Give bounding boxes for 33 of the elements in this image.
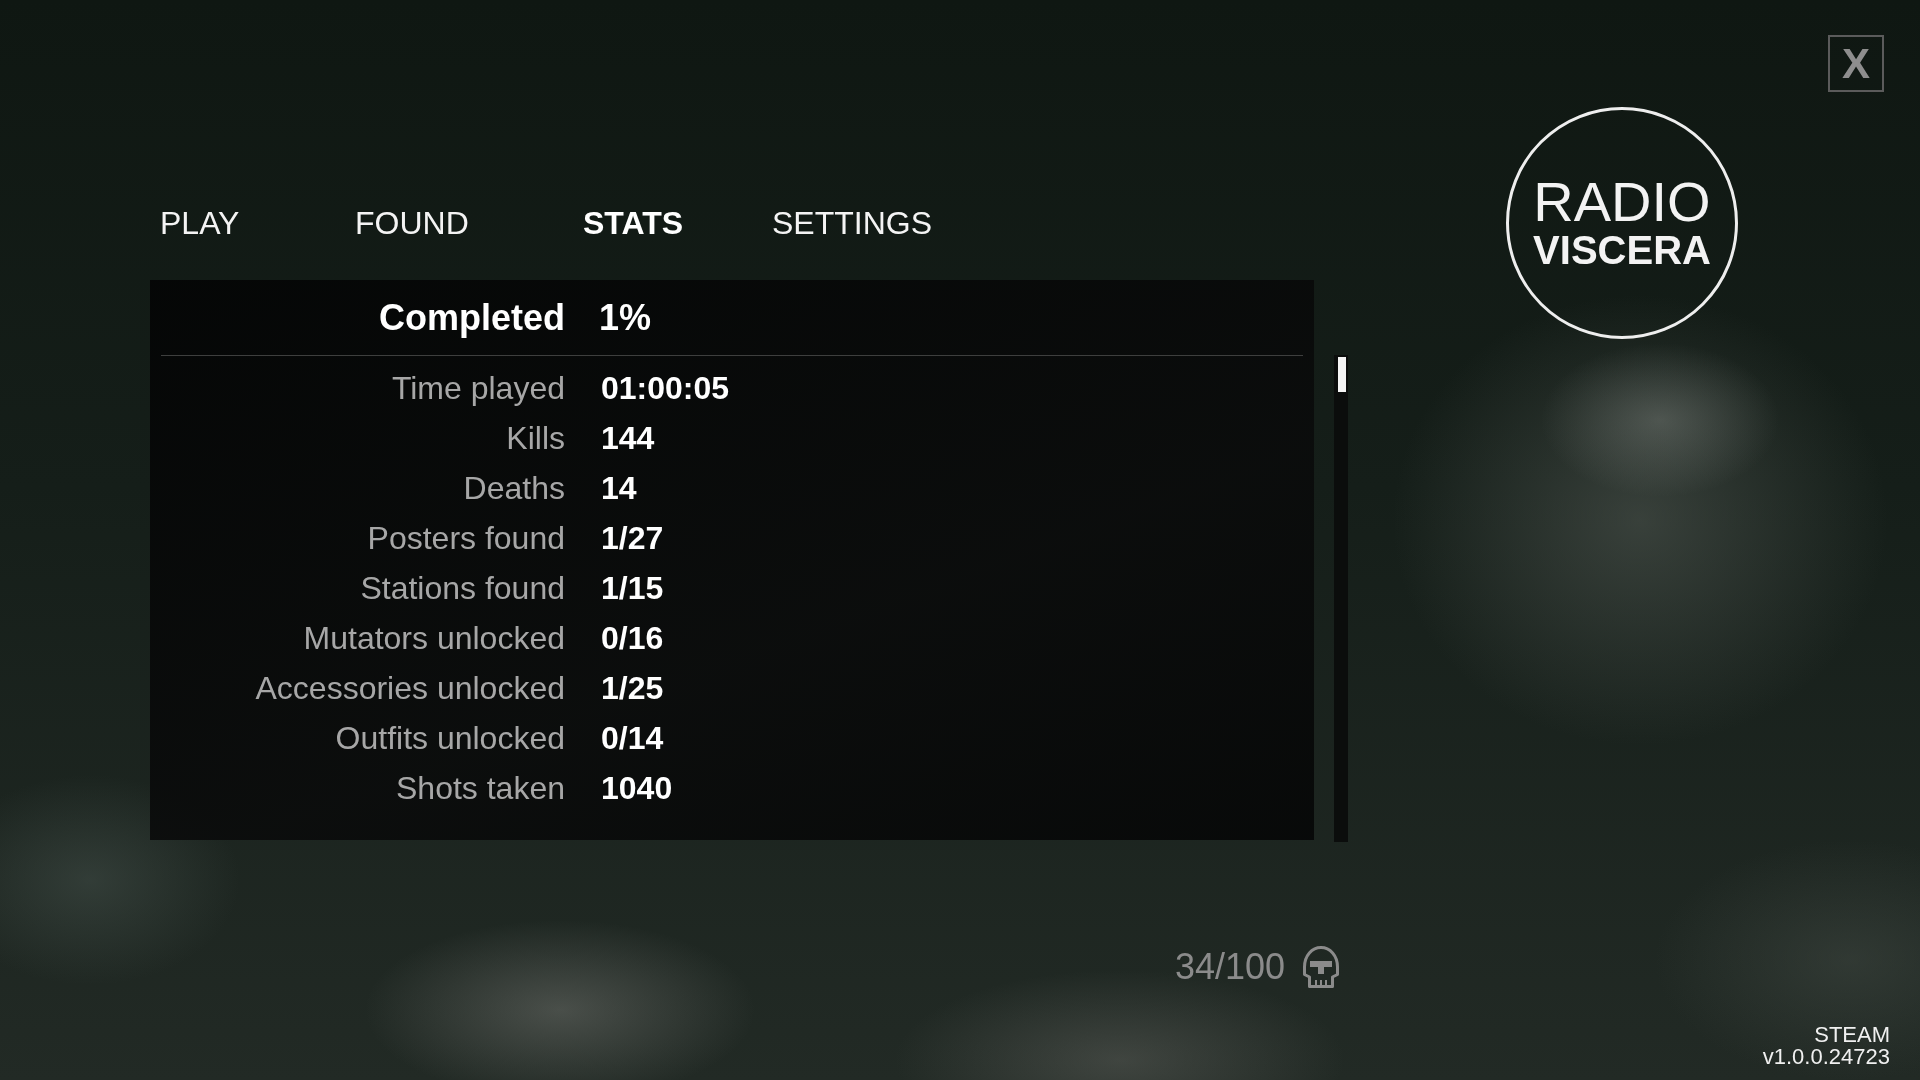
- stat-label: Outfits unlocked: [335, 719, 565, 758]
- menu-tab[interactable]: PLAY: [160, 204, 240, 242]
- stat-label: Posters found: [367, 519, 565, 558]
- scrollbar-thumb[interactable]: [1338, 357, 1346, 392]
- version-label: v1.0.0.24723: [1762, 1046, 1890, 1068]
- stat-value: 1040: [601, 769, 673, 808]
- stat-label: Mutators unlocked: [303, 619, 565, 658]
- stat-value: 1/15: [601, 569, 664, 608]
- collectible-count: 34/100: [1174, 945, 1285, 988]
- stat-value: 1/25: [601, 669, 664, 708]
- scrollbar-track[interactable]: [1334, 355, 1348, 842]
- stat-label: Time played: [391, 369, 565, 408]
- stat-label: Kills: [506, 419, 565, 458]
- completion-label: Completed: [379, 295, 565, 340]
- stat-value: 1/27: [601, 519, 664, 558]
- close-button[interactable]: X: [1828, 35, 1884, 92]
- menu-tab[interactable]: FOUND: [355, 204, 469, 242]
- logo-text: VISCERA: [1533, 229, 1711, 271]
- logo-text: RADIO: [1533, 175, 1711, 229]
- stat-value: 144: [601, 419, 655, 458]
- stat-value: 14: [601, 469, 637, 508]
- skull-icon: [1302, 945, 1340, 988]
- stat-value: 0/14: [601, 719, 664, 758]
- stat-label: Stations found: [360, 569, 565, 608]
- stat-value: 0/16: [601, 619, 664, 658]
- completion-value: 1%: [599, 295, 652, 340]
- menu-tab[interactable]: SETTINGS: [772, 204, 932, 242]
- stat-label: Deaths: [463, 469, 565, 508]
- stat-value: 01:00:05: [601, 369, 730, 408]
- menu-tab[interactable]: STATS: [583, 204, 684, 242]
- stat-label: Accessories unlocked: [255, 669, 565, 708]
- stat-label: Shots taken: [396, 769, 565, 808]
- platform-label: STEAM: [1814, 1024, 1890, 1046]
